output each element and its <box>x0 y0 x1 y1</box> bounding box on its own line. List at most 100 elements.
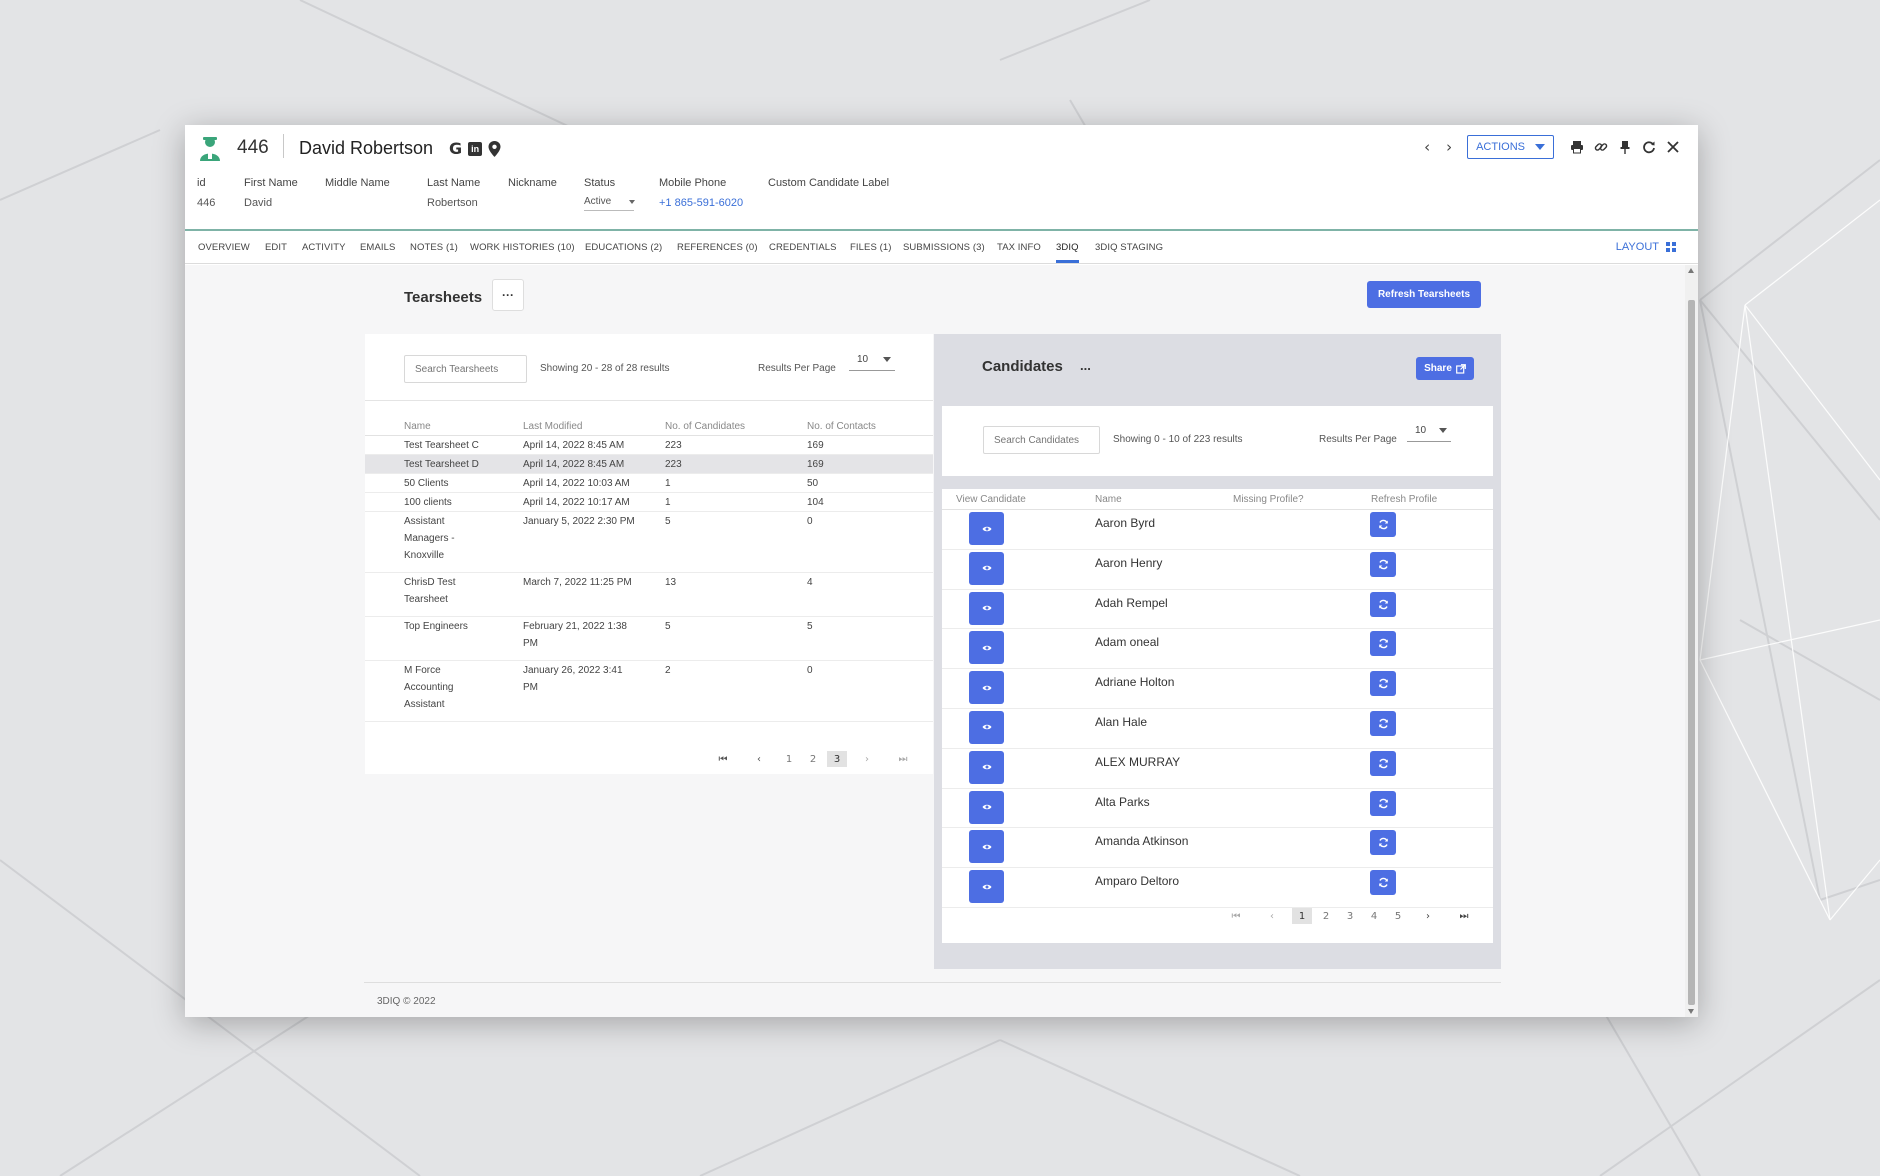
table-row[interactable]: ChrisD Test Tearsheet March 7, 2022 11:25 … <box>365 573 933 617</box>
scrollbar-thumb[interactable] <box>1688 300 1695 1005</box>
table-row[interactable]: 100 clients April 14, 2022 10:17 AM 1 104 <box>365 493 933 512</box>
tearsheets-title: Tearsheets <box>404 289 483 306</box>
view-candidate-button[interactable] <box>969 671 1004 705</box>
tab-work-histories[interactable]: WORK HISTORIES (10) <box>470 242 575 260</box>
tab-activity[interactable]: ACTIVITY <box>302 242 346 260</box>
tearsheets-panel: Showing 20 - 28 of 28 results Results Pe… <box>365 334 933 774</box>
next-page-icon[interactable]: › <box>1418 908 1438 924</box>
view-candidate-button[interactable] <box>969 750 1004 784</box>
tab-edit[interactable]: EDIT <box>265 242 287 260</box>
column-header-last-modified[interactable]: Last Modified <box>523 421 582 432</box>
tab-files[interactable]: FILES (1) <box>850 242 892 260</box>
table-row[interactable]: Test Tearsheet D April 14, 2022 8:45 AM 22… <box>365 455 933 474</box>
refresh-profile-button[interactable] <box>1370 790 1396 816</box>
column-header-no-contacts[interactable]: No. of Contacts <box>807 421 876 432</box>
page-3-link[interactable]: 3 <box>1340 908 1360 924</box>
search-candidates-input[interactable] <box>983 426 1100 454</box>
refresh-profile-button[interactable] <box>1370 512 1396 537</box>
actions-dropdown[interactable]: ACTIONS <box>1467 135 1554 159</box>
record-id: 446 <box>237 137 269 158</box>
page-2-link[interactable]: 2 <box>1316 908 1336 924</box>
refresh-profile-button[interactable] <box>1370 830 1396 856</box>
view-candidate-button[interactable] <box>969 790 1004 824</box>
prev-page-icon[interactable]: ‹ <box>749 751 769 767</box>
page-1-link[interactable]: 1 <box>1292 908 1312 924</box>
page-3-link[interactable]: 3 <box>827 751 847 767</box>
link-icon[interactable] <box>1592 138 1610 156</box>
status-select[interactable]: Active <box>584 196 636 211</box>
vertical-scrollbar[interactable] <box>1685 265 1698 1017</box>
table-row[interactable]: 50 Clients April 14, 2022 10:03 AM 1 50 <box>365 474 933 493</box>
column-header-name[interactable]: Name <box>404 421 431 432</box>
refresh-profile-button[interactable] <box>1370 591 1396 617</box>
location-pin-icon[interactable] <box>488 140 501 157</box>
layout-button[interactable]: LAYOUT <box>1616 241 1676 253</box>
tab-credentials[interactable]: CREDENTIALS <box>769 242 837 260</box>
table-row[interactable]: Top Engineers February 21, 2022 1:38 PM 5 5 <box>365 617 933 661</box>
share-button[interactable]: Share <box>1416 357 1474 380</box>
refresh-icon <box>1378 678 1388 689</box>
chevron-right-icon[interactable]: › <box>1441 138 1457 156</box>
tab-educations[interactable]: EDUCATIONS (2) <box>585 242 662 260</box>
view-candidate-button[interactable] <box>969 591 1004 625</box>
tab-references[interactable]: REFERENCES (0) <box>677 242 758 260</box>
scroll-up-icon[interactable] <box>1688 268 1694 273</box>
table-row[interactable]: Assistant Managers - Knoxville January 5, 2… <box>365 512 933 573</box>
refresh-profile-button[interactable] <box>1370 551 1396 577</box>
tab-emails[interactable]: EMAILS <box>360 242 395 260</box>
page-5-link[interactable]: 5 <box>1388 908 1408 924</box>
column-header-view-candidate: View Candidate <box>956 494 1026 505</box>
view-candidate-button[interactable] <box>969 710 1004 744</box>
refresh-profile-button[interactable] <box>1370 710 1396 736</box>
pin-icon[interactable] <box>1616 138 1634 156</box>
view-candidate-button[interactable] <box>969 512 1004 545</box>
refresh-profile-button[interactable] <box>1370 671 1396 697</box>
printer-icon[interactable] <box>1568 138 1586 156</box>
prev-page-icon[interactable]: ‹ <box>1262 908 1282 924</box>
tab-3diq-staging[interactable]: 3DIQ STAGING <box>1095 242 1163 260</box>
next-page-icon[interactable]: › <box>857 751 877 767</box>
cell-no-candidates: 223 <box>665 459 682 470</box>
column-header-no-candidates[interactable]: No. of Candidates <box>665 421 745 432</box>
scroll-down-icon[interactable] <box>1688 1009 1694 1014</box>
refresh-profile-button[interactable] <box>1370 750 1396 776</box>
table-row[interactable]: M Force Accounting Assistant January 26, 20… <box>365 661 933 722</box>
close-icon[interactable] <box>1664 138 1682 156</box>
tab-notes[interactable]: NOTES (1) <box>410 242 458 260</box>
view-candidate-button[interactable] <box>969 870 1004 904</box>
column-header-refresh-profile: Refresh Profile <box>1371 494 1438 505</box>
cell-last-modified: April 14, 2022 8:45 AM <box>523 437 624 454</box>
refresh-tearsheets-button[interactable]: Refresh Tearsheets <box>1367 281 1481 308</box>
view-candidate-button[interactable] <box>969 830 1004 864</box>
refresh-profile-button[interactable] <box>1370 870 1396 896</box>
tearsheets-rpp-select[interactable]: 10 <box>849 354 895 371</box>
phone-link[interactable]: +1 865-591-6020 <box>659 197 743 209</box>
linkedin-icon[interactable]: in <box>468 141 483 156</box>
view-candidate-button[interactable] <box>969 631 1004 665</box>
candidates-more-button[interactable]: ... <box>1080 358 1091 373</box>
search-tearsheets-input[interactable] <box>404 355 527 383</box>
cell-name: ChrisD Test Tearsheet <box>404 574 456 608</box>
chevron-left-icon[interactable]: ‹ <box>1419 138 1435 156</box>
tab-3diq[interactable]: 3DIQ <box>1056 242 1079 263</box>
table-row[interactable]: Test Tearsheet C April 14, 2022 8:45 AM 22… <box>365 436 933 455</box>
last-page-icon[interactable]: ⏭ <box>1454 908 1474 924</box>
first-page-icon[interactable]: ⏮ <box>1226 908 1246 924</box>
first-page-icon[interactable]: ⏮ <box>713 751 733 767</box>
tab-overview[interactable]: OVERVIEW <box>198 242 250 260</box>
tearsheets-more-button[interactable]: ··· <box>492 279 524 311</box>
cell-no-candidates: 2 <box>665 665 671 676</box>
cell-no-contacts: 104 <box>807 497 824 508</box>
tab-tax-info[interactable]: TAX INFO <box>997 242 1041 260</box>
refresh-profile-button[interactable] <box>1370 631 1396 657</box>
cell-last-modified: February 21, 2022 1:38 PM <box>523 618 627 652</box>
page-1-link[interactable]: 1 <box>779 751 799 767</box>
page-4-link[interactable]: 4 <box>1364 908 1384 924</box>
page-2-link[interactable]: 2 <box>803 751 823 767</box>
google-icon[interactable]: G <box>449 139 462 158</box>
last-page-icon[interactable]: ⏭ <box>893 751 913 767</box>
tab-submissions[interactable]: SUBMISSIONS (3) <box>903 242 985 260</box>
candidates-rpp-select[interactable]: 10 <box>1407 425 1451 442</box>
view-candidate-button[interactable] <box>969 551 1004 585</box>
refresh-icon[interactable] <box>1640 138 1658 156</box>
